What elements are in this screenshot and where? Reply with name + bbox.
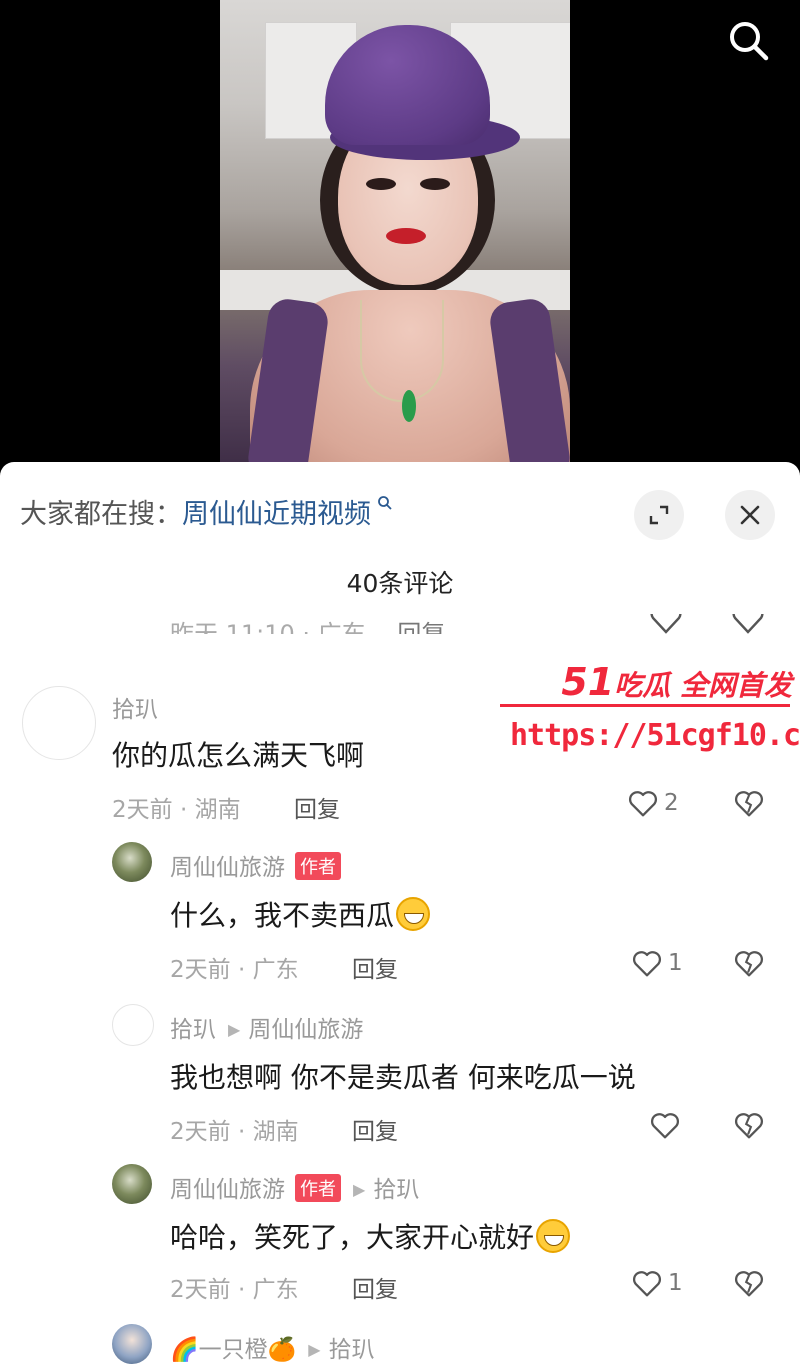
- comment-panel: 大家都在搜：周仙仙近期视频 40条评论 昨天 11:10 · 广东 回复 拾玐 …: [0, 462, 800, 1370]
- broken-heart-icon: [732, 614, 764, 634]
- heart-icon: [633, 1271, 661, 1297]
- username-text: 🌈一只橙🍊: [170, 1337, 297, 1363]
- search-suggestion-link[interactable]: 周仙仙近期视频: [182, 499, 371, 530]
- comment-time-location: 2天前 · 广东: [170, 1277, 299, 1303]
- broken-heart-icon: [735, 951, 763, 977]
- avatar[interactable]: [112, 1004, 154, 1046]
- grin-emoji: [396, 897, 431, 931]
- comment-count: 40条评论: [346, 569, 454, 598]
- comment-time-location: 2天前 · 广东: [170, 957, 299, 983]
- like-count: 1: [668, 950, 683, 976]
- close-button[interactable]: [725, 490, 775, 540]
- previous-heart-cut[interactable]: [648, 614, 684, 636]
- comment-text: 哈哈，笑死了，大家开心就好: [170, 1216, 571, 1256]
- previous-dislike-cut[interactable]: [730, 614, 766, 636]
- like-button[interactable]: 1: [630, 1266, 683, 1300]
- small-search-icon: [371, 492, 393, 516]
- reply-button[interactable]: 回复: [294, 790, 340, 824]
- previous-comment-reply: 回复: [397, 620, 446, 634]
- reply-arrow-icon: ▶: [228, 1020, 241, 1039]
- broken-heart-icon: [735, 791, 763, 817]
- like-count: 2: [664, 790, 679, 816]
- dislike-button[interactable]: [732, 1108, 766, 1142]
- like-button[interactable]: [648, 1108, 682, 1142]
- lips: [386, 228, 426, 244]
- avatar[interactable]: [22, 686, 96, 760]
- reply-to-username: 拾玐: [373, 1177, 420, 1203]
- video-player[interactable]: [0, 0, 800, 470]
- reply-button[interactable]: 回复: [352, 1270, 398, 1304]
- comment-time-location: 2天前 · 湖南: [170, 1119, 299, 1145]
- like-count: 1: [668, 1270, 683, 1296]
- reply-button[interactable]: 回复: [352, 950, 398, 984]
- reply-arrow-icon: ▶: [353, 1180, 366, 1199]
- comment-text: 你的瓜怎么满天飞啊: [112, 739, 365, 772]
- watermark-divider: [500, 704, 790, 707]
- reply-to-username: 拾玐: [328, 1337, 375, 1363]
- reply-to-username: 周仙仙旅游: [248, 1017, 364, 1043]
- dislike-button[interactable]: [732, 1266, 766, 1300]
- comment-username[interactable]: 🌈一只橙🍊 ▶ 拾玐: [170, 1330, 375, 1364]
- like-button[interactable]: 1: [630, 946, 683, 980]
- heart-icon: [651, 1113, 679, 1139]
- previous-comment-meta: 昨天 11:10 · 广东: [170, 620, 366, 634]
- grin-emoji: [536, 1219, 571, 1253]
- avatar[interactable]: [112, 1324, 152, 1364]
- comment-text-body: 什么，我不卖西瓜: [170, 899, 395, 932]
- username-text: 周仙仙旅游: [170, 855, 285, 881]
- heart-icon: [650, 614, 682, 634]
- watermark: 51吃瓜 全网首发 https://51cgf10.com: [500, 660, 800, 760]
- heart-icon: [633, 951, 661, 977]
- reply-arrow-icon: ▶: [308, 1340, 321, 1359]
- author-badge: 作者: [295, 1174, 341, 1202]
- avatar[interactable]: [112, 842, 152, 882]
- dislike-button[interactable]: [732, 946, 766, 980]
- jade-pendant: [402, 390, 416, 422]
- search-icon: [730, 22, 769, 61]
- expand-icon: [649, 505, 669, 525]
- broken-heart-icon: [735, 1113, 763, 1139]
- avatar[interactable]: [112, 1164, 152, 1204]
- watermark-brand: 51吃瓜 全网首发: [561, 660, 792, 704]
- heart-icon: [629, 791, 657, 817]
- like-button[interactable]: 2: [626, 786, 679, 820]
- comment-username[interactable]: 周仙仙旅游 作者: [170, 848, 341, 882]
- eye-right: [420, 178, 450, 190]
- watermark-brand-text: 吃瓜 全网首发: [614, 669, 792, 702]
- watermark-url: https://51cgf10.com: [510, 718, 800, 753]
- close-icon: [740, 505, 760, 525]
- comment-text: 什么，我不卖西瓜: [170, 894, 431, 934]
- broken-heart-icon: [735, 1271, 763, 1297]
- comment-username[interactable]: 周仙仙旅游 作者 ▶ 拾玐: [170, 1170, 419, 1204]
- comment-username[interactable]: 拾玐: [112, 690, 158, 724]
- dislike-button[interactable]: [732, 786, 766, 820]
- search-button[interactable]: [726, 18, 772, 64]
- comment-text-body: 哈哈，笑死了，大家开心就好: [170, 1221, 535, 1254]
- reply-button[interactable]: 回复: [352, 1112, 398, 1146]
- previous-comment-meta-cut: 昨天 11:10 · 广东 回复: [170, 612, 445, 634]
- comment-username[interactable]: 拾玐 ▶ 周仙仙旅游: [170, 1010, 363, 1044]
- search-suggestion-prefix: 大家都在搜：: [20, 499, 182, 530]
- video-frame[interactable]: [220, 0, 570, 470]
- watermark-brand-number: 51: [561, 660, 615, 704]
- search-suggestion-bar[interactable]: 大家都在搜：周仙仙近期视频: [20, 492, 393, 531]
- comment-time-location: 2天前 · 湖南: [112, 797, 241, 823]
- author-badge: 作者: [295, 852, 341, 880]
- eye-left: [366, 178, 396, 190]
- necklace-chain: [360, 300, 444, 402]
- expand-button[interactable]: [634, 490, 684, 540]
- username-text: 周仙仙旅游: [170, 1177, 285, 1203]
- username-text: 拾玐: [170, 1017, 216, 1043]
- comment-text: 我也想啊 你不是卖瓜者 何来吃瓜一说: [170, 1061, 636, 1094]
